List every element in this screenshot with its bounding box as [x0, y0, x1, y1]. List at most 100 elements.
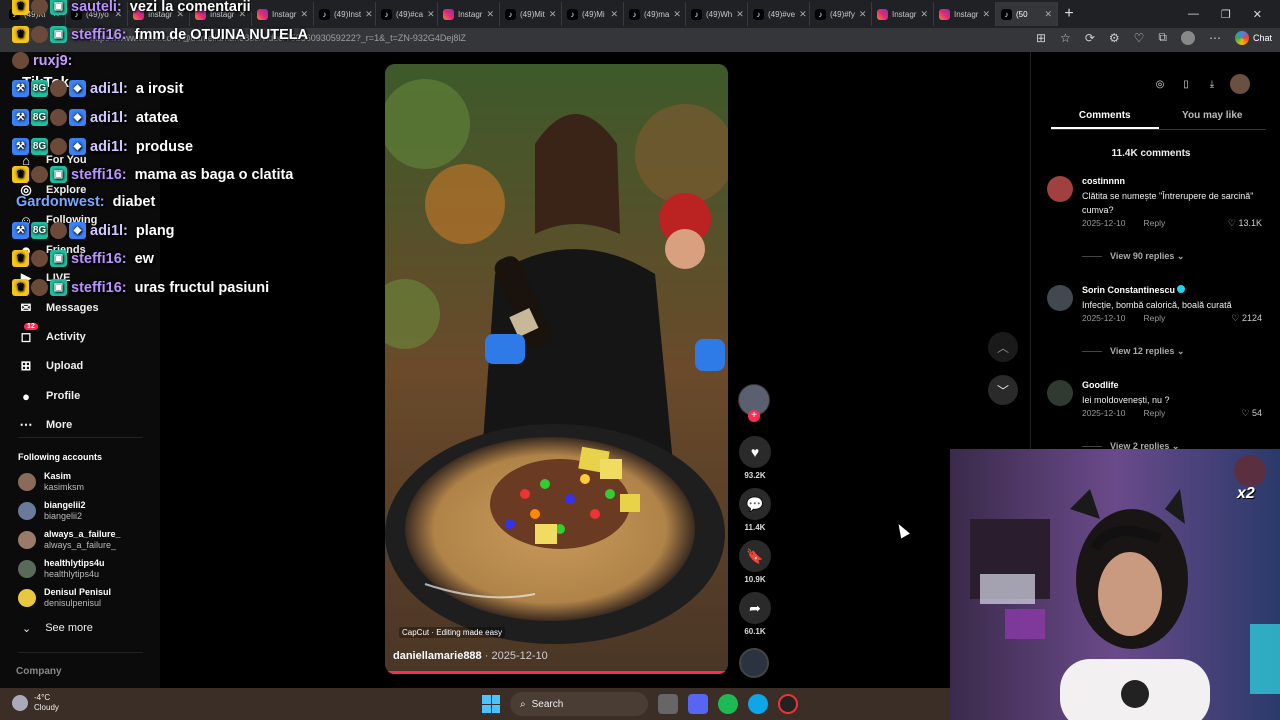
chat-badges: ⚒ 8G ◆ [12, 138, 86, 155]
browser-tab[interactable]: ♪ (49)Mi ✕ [562, 2, 624, 26]
follow-plus-button[interactable]: + [748, 410, 760, 422]
collections-icon[interactable]: ⧉ [1158, 30, 1167, 45]
new-tab-button[interactable]: + [1058, 5, 1080, 23]
tab-close-icon[interactable]: ✕ [799, 9, 807, 20]
tab-you-may-like[interactable]: You may like [1159, 110, 1267, 129]
windows-start-icon[interactable] [482, 695, 500, 713]
tab-close-icon[interactable]: ✕ [1044, 9, 1052, 20]
view-replies-button[interactable]: View 12 replies ⌄ [1082, 346, 1184, 357]
window-controls: — ❐ ✕ [1188, 0, 1280, 28]
following-account[interactable]: Kasim kasimksm [18, 471, 84, 493]
weather-condition: Cloudy [34, 703, 59, 712]
taskbar-search[interactable]: ⌕ Search [510, 692, 648, 716]
minimize-icon[interactable]: — [1188, 8, 1199, 20]
compass-icon[interactable]: ◎ [1152, 76, 1168, 92]
commenter-avatar[interactable] [1047, 285, 1073, 311]
account-username: always_a_failure_ [44, 540, 117, 550]
next-video-button[interactable]: ﹀ [988, 375, 1018, 405]
chat-text: vezi la comentarii [129, 0, 251, 15]
temperature: -4°C [34, 693, 51, 702]
browser-tab[interactable]: Instagr ✕ [872, 2, 934, 26]
chat-username: steffi16: [71, 166, 127, 183]
browser-tab[interactable]: Instagr ✕ [438, 2, 500, 26]
browser-tab[interactable]: ♪ (49)#ve ✕ [748, 2, 810, 26]
commenter-name[interactable]: Sorin Constantinescu [1082, 285, 1186, 295]
maximize-icon[interactable]: ❐ [1221, 8, 1231, 21]
sidebar-item-more[interactable]: ⋯ More [18, 417, 73, 433]
heart-outline-icon: ♡ [1227, 218, 1236, 228]
music-disc-icon[interactable] [739, 648, 769, 678]
crown-badge-icon: ♛ [12, 26, 29, 43]
browser-tab[interactable]: ♪ (49)Mit ✕ [500, 2, 562, 26]
video-player[interactable]: CapCut · Editing made easy daniellamarie… [385, 64, 728, 674]
video-author[interactable]: daniellamarie888 [393, 650, 482, 662]
comment-like-button[interactable]: ♡ 54 [1241, 408, 1262, 419]
comment-date: 2025-12-10 [1082, 218, 1126, 228]
tab-close-icon[interactable]: ✕ [427, 9, 435, 20]
browser-tab[interactable]: ♪ (49)#fy ✕ [810, 2, 872, 26]
chat-badges: ♛ ▣ [12, 26, 67, 43]
like-action[interactable]: ♥ 93.2K [736, 436, 774, 480]
tab-close-icon[interactable]: ✕ [549, 9, 557, 20]
weather-widget[interactable]: -4°C Cloudy [12, 693, 59, 713]
sidebar-item-upload[interactable]: ⊞ Upload [18, 358, 84, 374]
tab-close-icon[interactable]: ✕ [486, 9, 494, 20]
favorites-icon[interactable]: ♡ [1134, 31, 1145, 45]
commenter-avatar[interactable] [1047, 380, 1073, 406]
following-account[interactable]: biangelii2 biangelii2 [18, 500, 86, 522]
device-icon[interactable]: ▯ [1178, 76, 1194, 92]
see-more-button[interactable]: ⌄ See more [22, 622, 93, 635]
reply-button[interactable]: Reply [1143, 313, 1165, 323]
comment-meta: 2025-12-10 Reply [1082, 218, 1165, 228]
extensions-icon[interactable]: ⟳ [1085, 31, 1095, 45]
commenter-avatar[interactable] [1047, 176, 1073, 202]
tab-close-icon[interactable]: ✕ [736, 9, 744, 20]
comment-like-button[interactable]: ♡ 2124 [1231, 313, 1262, 324]
tab-close-icon[interactable]: ✕ [610, 9, 618, 20]
file-explorer-icon[interactable] [658, 694, 678, 714]
edge-icon[interactable] [748, 694, 768, 714]
tab-close-icon[interactable]: ✕ [859, 9, 867, 20]
comment-like-button[interactable]: ♡ 13.1K [1228, 218, 1262, 229]
tab-close-icon[interactable]: ✕ [673, 9, 681, 20]
sidebar-item-activity[interactable]: ◻ 12 Activity [18, 323, 86, 345]
close-icon[interactable]: ✕ [1253, 8, 1262, 21]
reply-button[interactable]: Reply [1143, 218, 1165, 228]
sidebar-item-profile[interactable]: ● Profile [18, 388, 80, 404]
tab-comments[interactable]: Comments [1051, 110, 1159, 129]
browser-tab[interactable]: Instagr ✕ [934, 2, 996, 26]
sidebar-item-messages[interactable]: ✉ Messages [18, 300, 99, 316]
previous-video-button[interactable]: ︿ [988, 332, 1018, 362]
following-account[interactable]: healthlytips4u healthlytips4u [18, 558, 105, 580]
browser-tab[interactable]: ♪ (49)ma ✕ [624, 2, 686, 26]
profile-avatar[interactable] [1180, 30, 1195, 45]
copilot-chat-button[interactable]: Chat [1234, 30, 1272, 45]
video-progress-bar[interactable] [385, 671, 728, 674]
multiplier-label: x2 [1237, 485, 1255, 502]
menu-dots-icon[interactable]: ⋯ [1209, 31, 1221, 45]
commenter-name[interactable]: Goodlife [1082, 380, 1119, 390]
spotify-icon[interactable] [718, 694, 738, 714]
discord-icon[interactable] [688, 694, 708, 714]
reply-button[interactable]: Reply [1143, 408, 1165, 418]
chat-badges [12, 52, 29, 69]
browser-tab[interactable]: ♪ (50 ✕ [996, 2, 1058, 26]
commenter-name[interactable]: costinnnn [1082, 176, 1125, 186]
company-link[interactable]: Company [16, 666, 62, 677]
following-account[interactable]: always_a_failure_ always_a_failure_ [18, 529, 121, 551]
share-action[interactable]: ➦ 60.1K [736, 592, 774, 636]
download-icon[interactable]: ⤓ [1204, 76, 1220, 92]
browser-tab[interactable]: ♪ (49)Wh ✕ [686, 2, 748, 26]
following-account[interactable]: Denisul Penisul denisulpenisul [18, 587, 111, 609]
save-action[interactable]: 🔖 10.9K [736, 540, 774, 584]
tab-close-icon[interactable]: ✕ [920, 9, 928, 20]
bookmark-star-icon[interactable]: ☆ [1060, 31, 1071, 45]
install-app-icon[interactable]: ⊞ [1036, 31, 1046, 45]
extension-puzzle-icon[interactable]: ⚙ [1109, 31, 1120, 45]
stream-chat-message: ♛ ▣ sauteli: vezi la comentarii [12, 0, 251, 15]
comment-action[interactable]: 💬 11.4K [736, 488, 774, 532]
view-replies-button[interactable]: View 90 replies ⌄ [1082, 251, 1184, 262]
obs-icon[interactable] [778, 694, 798, 714]
my-avatar[interactable] [1230, 74, 1250, 94]
tab-close-icon[interactable]: ✕ [982, 9, 990, 20]
